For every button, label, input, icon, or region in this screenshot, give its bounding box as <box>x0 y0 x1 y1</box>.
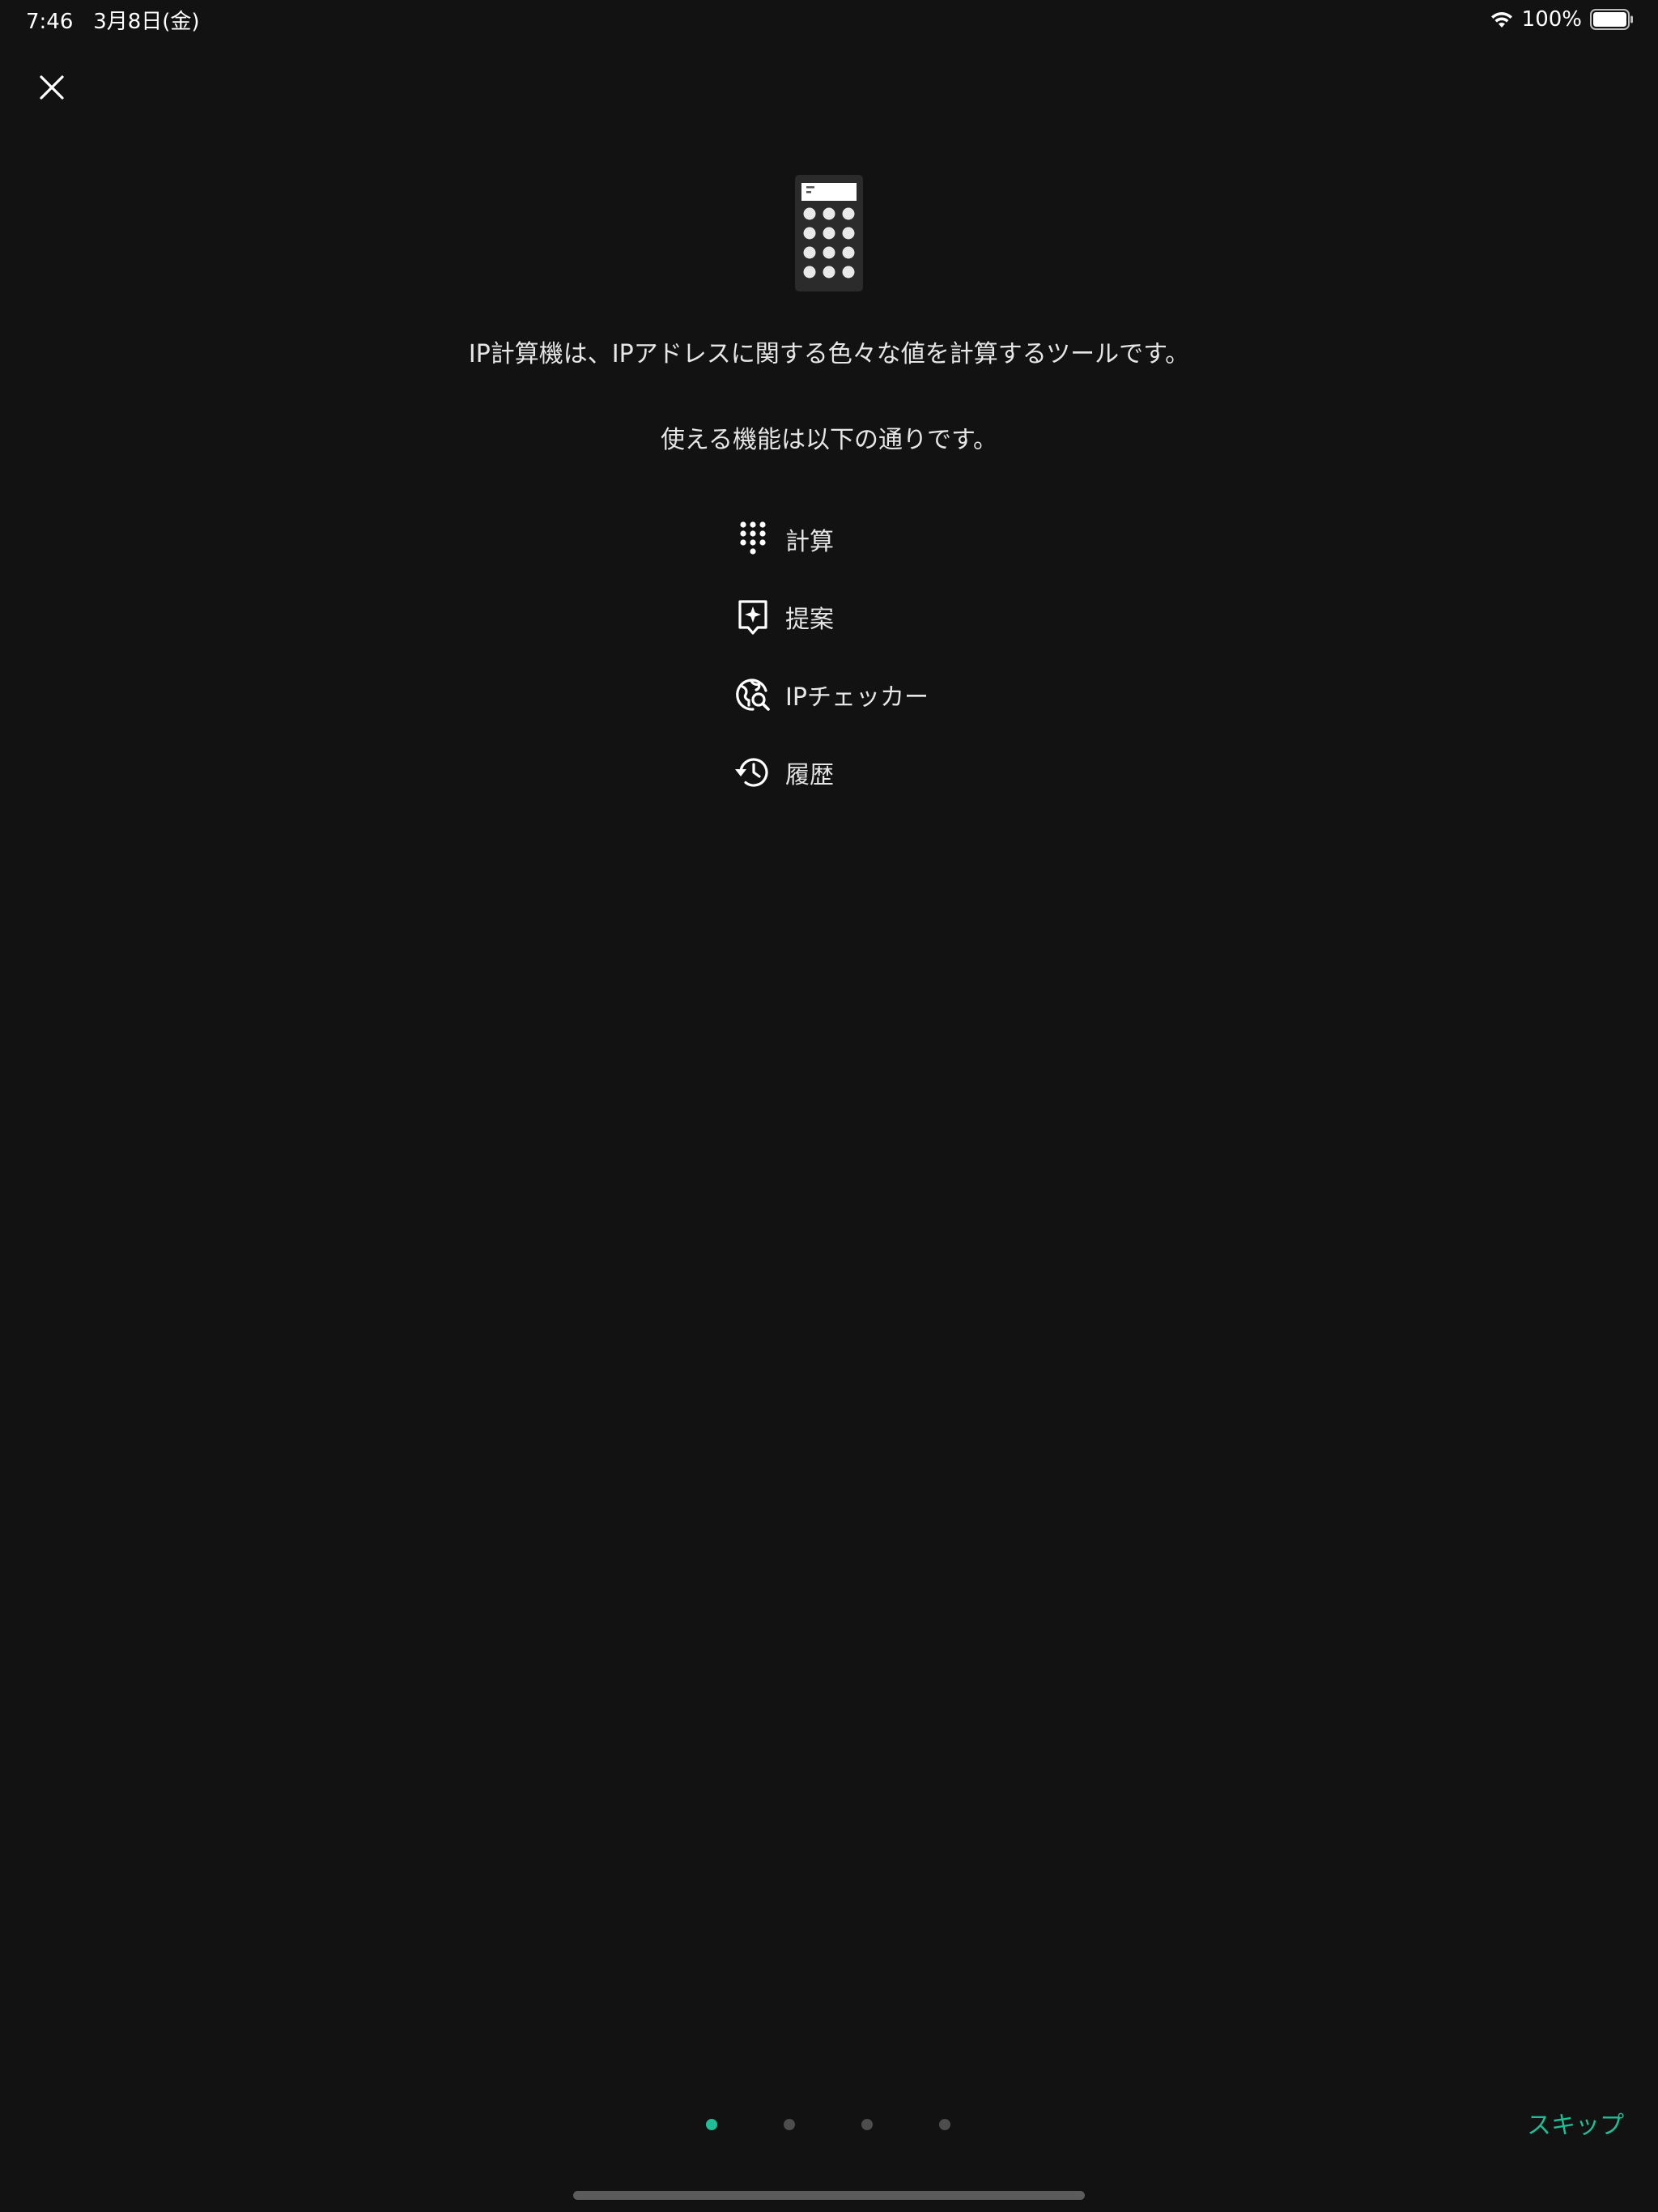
status-bar: 7:46 3月8日(金) 100% <box>0 0 1658 39</box>
globe-search-icon <box>733 675 772 714</box>
home-indicator[interactable] <box>573 2191 1085 2200</box>
status-clock: 7:46 <box>26 10 74 34</box>
features-intro: 使える機能は以下の通りです。 <box>660 426 998 454</box>
wifi-icon <box>1490 10 1514 29</box>
history-icon <box>733 753 772 792</box>
feature-label-suggestion: 提案 <box>785 606 834 634</box>
page-dot-3[interactable] <box>861 2119 873 2130</box>
close-button[interactable] <box>29 66 74 112</box>
battery-icon <box>1590 9 1634 30</box>
status-date: 3月8日(金) <box>93 10 200 34</box>
feature-item-calculate: 計算 <box>733 500 1138 578</box>
feature-item-ip-checker: IPチェッカー <box>733 656 1138 734</box>
close-icon <box>39 74 65 104</box>
page-indicator <box>0 2115 1658 2134</box>
feature-item-history: 履歴 <box>733 734 1138 811</box>
feature-label-calculate: 計算 <box>785 528 834 556</box>
skip-button[interactable]: スキップ <box>1527 2105 1624 2141</box>
dialpad-icon <box>733 520 772 559</box>
feature-item-suggestion: 提案 <box>733 578 1138 656</box>
feature-list: 計算 提案 IPチェッカー 履歴 <box>733 500 1138 811</box>
suggestion-icon <box>733 598 772 636</box>
feature-label-ip-checker: IPチェッカー <box>785 683 929 712</box>
intro-text: IP計算機は、IPアドレスに関する色々な値を計算するツールです。 <box>468 340 1190 368</box>
page-dot-1[interactable] <box>706 2119 717 2130</box>
status-right: 100% <box>1490 5 1634 34</box>
page-dot-2[interactable] <box>784 2119 795 2130</box>
battery-percent: 100% <box>1521 7 1582 32</box>
page-dot-4[interactable] <box>939 2119 950 2130</box>
status-time: 7:46 3月8日(金) <box>26 5 200 35</box>
feature-label-history: 履歴 <box>785 761 834 789</box>
calculator-icon <box>795 175 863 291</box>
